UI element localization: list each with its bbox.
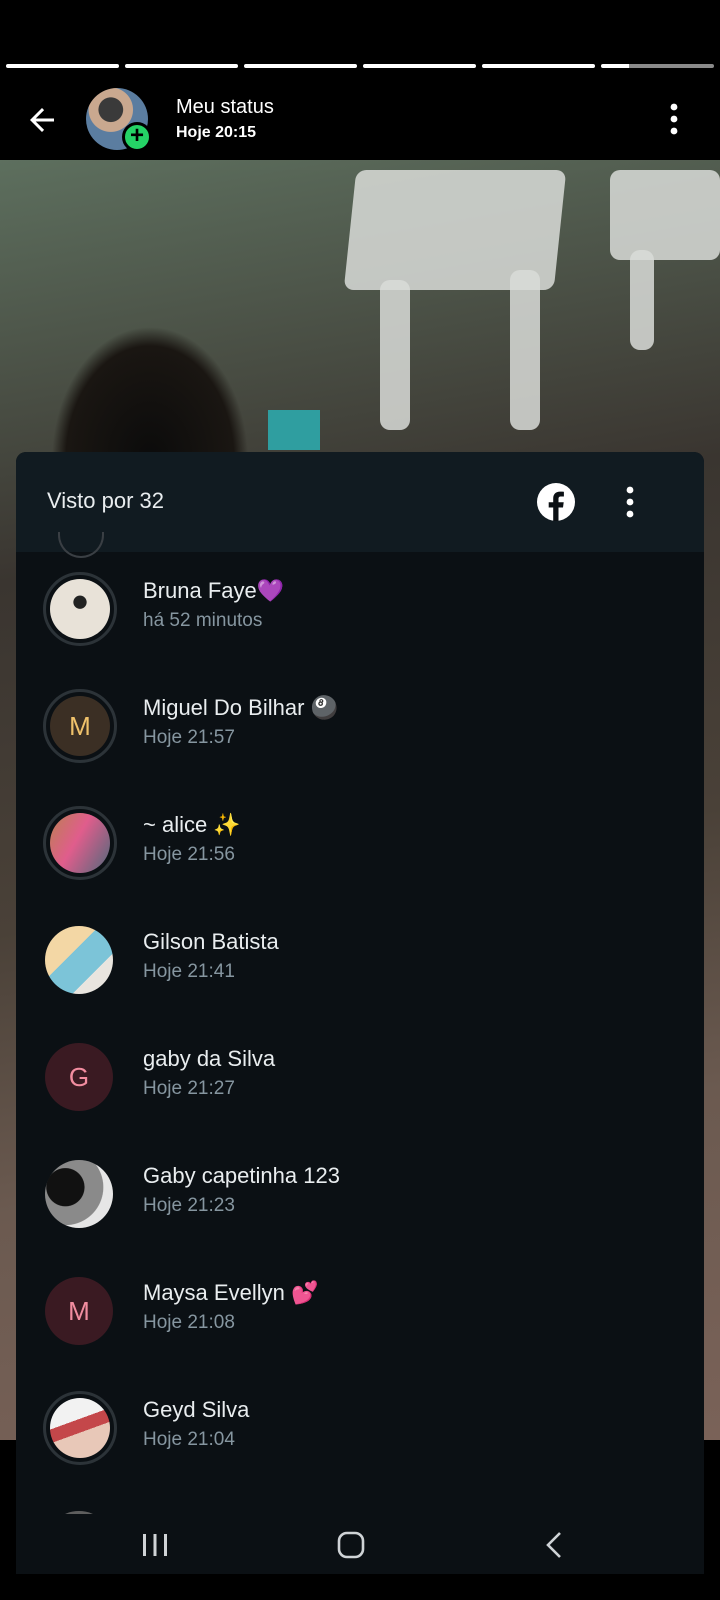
status-header: + Meu status Hoje 20:15 [0, 80, 720, 158]
avatar[interactable]: M [43, 689, 117, 763]
list-item[interactable]: Ggaby da Silva Hoje 21:27 [16, 1020, 704, 1139]
list-item[interactable]: Gaby capetinha 123 Hoje 21:23 [16, 1137, 704, 1256]
list-item[interactable]: Geyd Silva Hoje 21:04 [16, 1371, 704, 1490]
more-vertical-icon[interactable] [664, 102, 684, 136]
list-item[interactable]: M Miguel Do Bilhar 🎱 Hoje 21:57 [16, 669, 704, 788]
facebook-icon[interactable] [536, 482, 576, 522]
avatar[interactable] [43, 806, 117, 880]
viewer-name: Miguel Do Bilhar 🎱 [143, 695, 338, 720]
viewer-time: Hoje 21:56 [143, 844, 235, 865]
list-item[interactable]: Bruna Faye💜 há 52 minutos [16, 552, 704, 671]
viewer-name: Bruna Faye💜 [143, 578, 285, 603]
recents-icon[interactable] [140, 1530, 170, 1560]
add-status-icon[interactable]: + [122, 122, 152, 152]
viewer-name: Maysa Evellyn 💕 [143, 1280, 319, 1305]
viewers-sheet: Visto por 32 Bruna Faye💜 há 52 minutos M Mi… [16, 452, 704, 1572]
home-icon[interactable] [336, 1530, 366, 1560]
viewer-time: Hoje 21:23 [143, 1195, 235, 1216]
viewer-time: Hoje 21:08 [143, 1312, 235, 1333]
more-vertical-icon[interactable] [620, 484, 640, 520]
arrow-left-icon[interactable] [24, 102, 60, 138]
viewer-name: Geyd Silva [143, 1397, 250, 1422]
list-item[interactable]: Gilson Batista Hoje 21:41 [16, 903, 704, 1022]
story-progress [6, 64, 714, 68]
chevron-left-icon[interactable] [540, 1530, 570, 1560]
viewer-time: Hoje 21:57 [143, 727, 235, 748]
status-time: Hoje 20:15 [176, 124, 257, 141]
list-item[interactable]: M Maysa Evellyn 💕 Hoje 21:08 [16, 1254, 704, 1373]
viewers-header: Visto por 32 [16, 452, 704, 552]
avatar[interactable] [43, 572, 117, 646]
viewer-time: há 52 minutos [143, 610, 263, 631]
avatar[interactable]: M [45, 1277, 113, 1345]
viewer-name: ~ alice ✨ [143, 812, 241, 837]
system-nav-bar [0, 1514, 720, 1600]
avatar[interactable] [43, 1391, 117, 1465]
status-owner-name: Meu status [176, 96, 274, 118]
avatar[interactable] [45, 926, 113, 994]
viewer-name: Gaby capetinha 123 [143, 1163, 340, 1188]
avatar[interactable] [45, 1160, 113, 1228]
viewers-count-title: Visto por 32 [47, 488, 165, 513]
viewer-time: Hoje 21:41 [143, 961, 235, 982]
viewer-name: Gilson Batista [143, 929, 279, 954]
avatar[interactable]: G [45, 1043, 113, 1111]
viewer-time: Hoje 21:04 [143, 1429, 235, 1450]
list-item[interactable]: ~ alice ✨ Hoje 21:56 [16, 786, 704, 905]
viewer-time: Hoje 21:27 [143, 1078, 235, 1099]
viewer-name: gaby da Silva [143, 1046, 276, 1071]
